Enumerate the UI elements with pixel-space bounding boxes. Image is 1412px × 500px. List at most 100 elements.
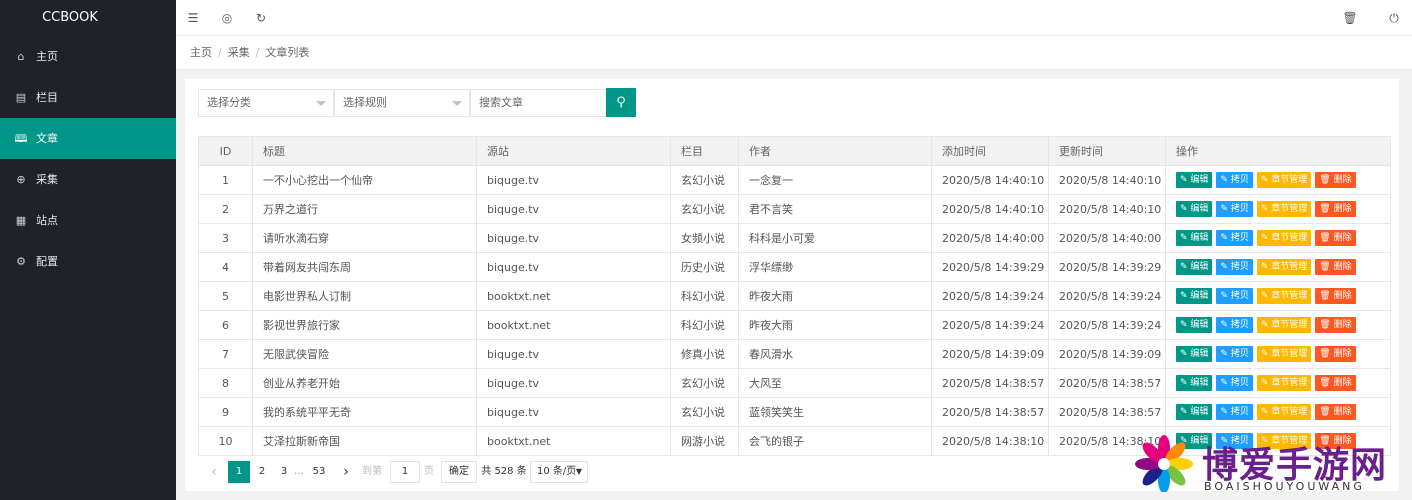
copy-button[interactable]: ✎ 拷贝	[1216, 201, 1253, 217]
sidebar-item-home[interactable]: ⌂ 主页	[0, 36, 176, 77]
cell-source: biquge.tv	[476, 165, 671, 195]
edit-button[interactable]: ✎ 编辑	[1176, 201, 1213, 217]
sidebar-item-sites[interactable]: ▦ 站点	[0, 200, 176, 241]
pencil-icon: ✎	[1180, 204, 1191, 214]
globe-icon[interactable]: ◎	[218, 9, 236, 27]
edit-button[interactable]: ✎ 编辑	[1176, 317, 1213, 333]
copy-button-label: 拷贝	[1230, 320, 1249, 330]
next-page-button[interactable]: ›	[335, 461, 357, 483]
delete-button[interactable]: 🗑 删除	[1315, 230, 1356, 246]
copy-button[interactable]: ✎ 拷贝	[1216, 404, 1253, 420]
cell-category: 玄幻小说	[670, 165, 739, 195]
sidebar-item-collect[interactable]: ⊕ 采集	[0, 159, 176, 200]
copy-button[interactable]: ✎ 拷贝	[1216, 230, 1253, 246]
category-select[interactable]: 选择分类	[198, 89, 334, 117]
chapters-button[interactable]: ✎ 章节管理	[1256, 375, 1312, 391]
copy-button[interactable]: ✎ 拷贝	[1216, 288, 1253, 304]
search-icon: ⚲	[616, 95, 626, 110]
columns-icon: ▤	[15, 91, 27, 104]
rule-select[interactable]: 选择规则	[334, 89, 470, 117]
chapters-button[interactable]: ✎ 章节管理	[1256, 201, 1312, 217]
trash-icon[interactable]: 🗑	[1341, 9, 1359, 27]
cell-title: 请听水滴石穿	[252, 223, 477, 253]
cell-actions: ✎ 编辑 ✎ 拷贝 ✎ 章节管理 🗑 删除	[1165, 368, 1391, 398]
sidebar-item-label: 主页	[36, 50, 58, 63]
cell-added: 2020/5/8 14:39:24	[931, 281, 1049, 311]
menu-toggle-icon[interactable]: ☰	[184, 9, 202, 27]
edit-button-label: 编辑	[1190, 291, 1209, 301]
cell-category: 历史小说	[670, 252, 739, 282]
prev-page-button[interactable]: ‹	[203, 461, 225, 483]
chapters-button[interactable]: ✎ 章节管理	[1256, 288, 1312, 304]
edit-button[interactable]: ✎ 编辑	[1176, 230, 1213, 246]
chapters-button[interactable]: ✎ 章节管理	[1256, 172, 1312, 188]
page-1-button[interactable]: 1	[228, 461, 250, 483]
delete-button[interactable]: 🗑 删除	[1315, 201, 1356, 217]
delete-button-label: 删除	[1333, 262, 1352, 272]
cell-id: 1	[198, 165, 253, 195]
pencil-icon: ✎	[1220, 378, 1231, 388]
copy-button-label: 拷贝	[1230, 291, 1249, 301]
delete-button[interactable]: 🗑 删除	[1315, 259, 1356, 275]
cell-updated: 2020/5/8 14:39:09	[1048, 339, 1166, 369]
edit-button-label: 编辑	[1190, 320, 1209, 330]
delete-button[interactable]: 🗑 删除	[1315, 404, 1356, 420]
chapters-button[interactable]: ✎ 章节管理	[1256, 317, 1312, 333]
chapters-button-label: 章节管理	[1271, 349, 1308, 359]
sidebar-item-articles[interactable]: 🕮 文章	[0, 118, 176, 159]
cell-added: 2020/5/8 14:39:09	[931, 339, 1049, 369]
copy-button[interactable]: ✎ 拷贝	[1216, 172, 1253, 188]
cell-source: biquge.tv	[476, 223, 671, 253]
cell-category: 女频小说	[670, 223, 739, 253]
cell-category: 网游小说	[670, 426, 739, 456]
chapters-button[interactable]: ✎ 章节管理	[1256, 259, 1312, 275]
edit-button[interactable]: ✎ 编辑	[1176, 404, 1213, 420]
breadcrumb-collect[interactable]: 采集	[228, 46, 250, 59]
edit-button[interactable]: ✎ 编辑	[1176, 288, 1213, 304]
pager-ellipsis: …	[294, 466, 304, 477]
delete-button[interactable]: 🗑 删除	[1315, 172, 1356, 188]
watermark-subtext: BOAISHOUYOUWANG	[1204, 480, 1365, 493]
search-input[interactable]: 搜索文章	[470, 89, 607, 117]
refresh-icon[interactable]: ↻	[252, 9, 270, 27]
delete-button[interactable]: 🗑 删除	[1315, 346, 1356, 362]
cell-title: 电影世界私人订制	[252, 281, 477, 311]
cell-category: 玄幻小说	[670, 194, 739, 224]
edit-button[interactable]: ✎ 编辑	[1176, 259, 1213, 275]
sidebar-item-settings[interactable]: ⚙ 配置	[0, 241, 176, 282]
chapters-button-label: 章节管理	[1271, 204, 1308, 214]
power-icon[interactable]: ⏻	[1385, 9, 1403, 27]
pencil-icon: ✎	[1260, 407, 1272, 417]
search-button[interactable]: ⚲	[606, 88, 636, 117]
edit-button[interactable]: ✎ 编辑	[1176, 346, 1213, 362]
chapters-button[interactable]: ✎ 章节管理	[1256, 346, 1312, 362]
edit-button[interactable]: ✎ 编辑	[1176, 172, 1213, 188]
cell-source: biquge.tv	[476, 397, 671, 427]
delete-button[interactable]: 🗑 删除	[1315, 375, 1356, 391]
copy-button[interactable]: ✎ 拷贝	[1216, 375, 1253, 391]
copy-button[interactable]: ✎ 拷贝	[1216, 346, 1253, 362]
sidebar-item-columns[interactable]: ▤ 栏目	[0, 77, 176, 118]
cell-added: 2020/5/8 14:40:10	[931, 165, 1049, 195]
breadcrumb-home[interactable]: 主页	[190, 46, 212, 59]
page-2-button[interactable]: 2	[251, 461, 273, 483]
per-page-select[interactable]: 10 条/页 ▼	[530, 461, 588, 483]
cell-actions: ✎ 编辑 ✎ 拷贝 ✎ 章节管理 🗑 删除	[1165, 310, 1391, 340]
chapters-button[interactable]: ✎ 章节管理	[1256, 404, 1312, 420]
copy-button[interactable]: ✎ 拷贝	[1216, 259, 1253, 275]
copy-button[interactable]: ✎ 拷贝	[1216, 317, 1253, 333]
cell-actions: ✎ 编辑 ✎ 拷贝 ✎ 章节管理 🗑 删除	[1165, 223, 1391, 253]
goto-page-input[interactable]: 1	[390, 461, 420, 483]
chapters-button[interactable]: ✎ 章节管理	[1256, 230, 1312, 246]
page-last-button[interactable]: 53	[307, 461, 331, 483]
cell-id: 3	[198, 223, 253, 253]
edit-button[interactable]: ✎ 编辑	[1176, 375, 1213, 391]
delete-button[interactable]: 🗑 删除	[1315, 317, 1356, 333]
edit-button-label: 编辑	[1190, 349, 1209, 359]
delete-button[interactable]: 🗑 删除	[1315, 288, 1356, 304]
pencil-icon: ✎	[1180, 407, 1191, 417]
goto-confirm-button[interactable]: 确定	[441, 461, 477, 483]
cell-source: biquge.tv	[476, 252, 671, 282]
table-row: 2 万界之道行 biquge.tv 玄幻小说 君不言笑 2020/5/8 14:40:10…	[198, 194, 1391, 224]
cell-updated: 2020/5/8 14:39:24	[1048, 310, 1166, 340]
